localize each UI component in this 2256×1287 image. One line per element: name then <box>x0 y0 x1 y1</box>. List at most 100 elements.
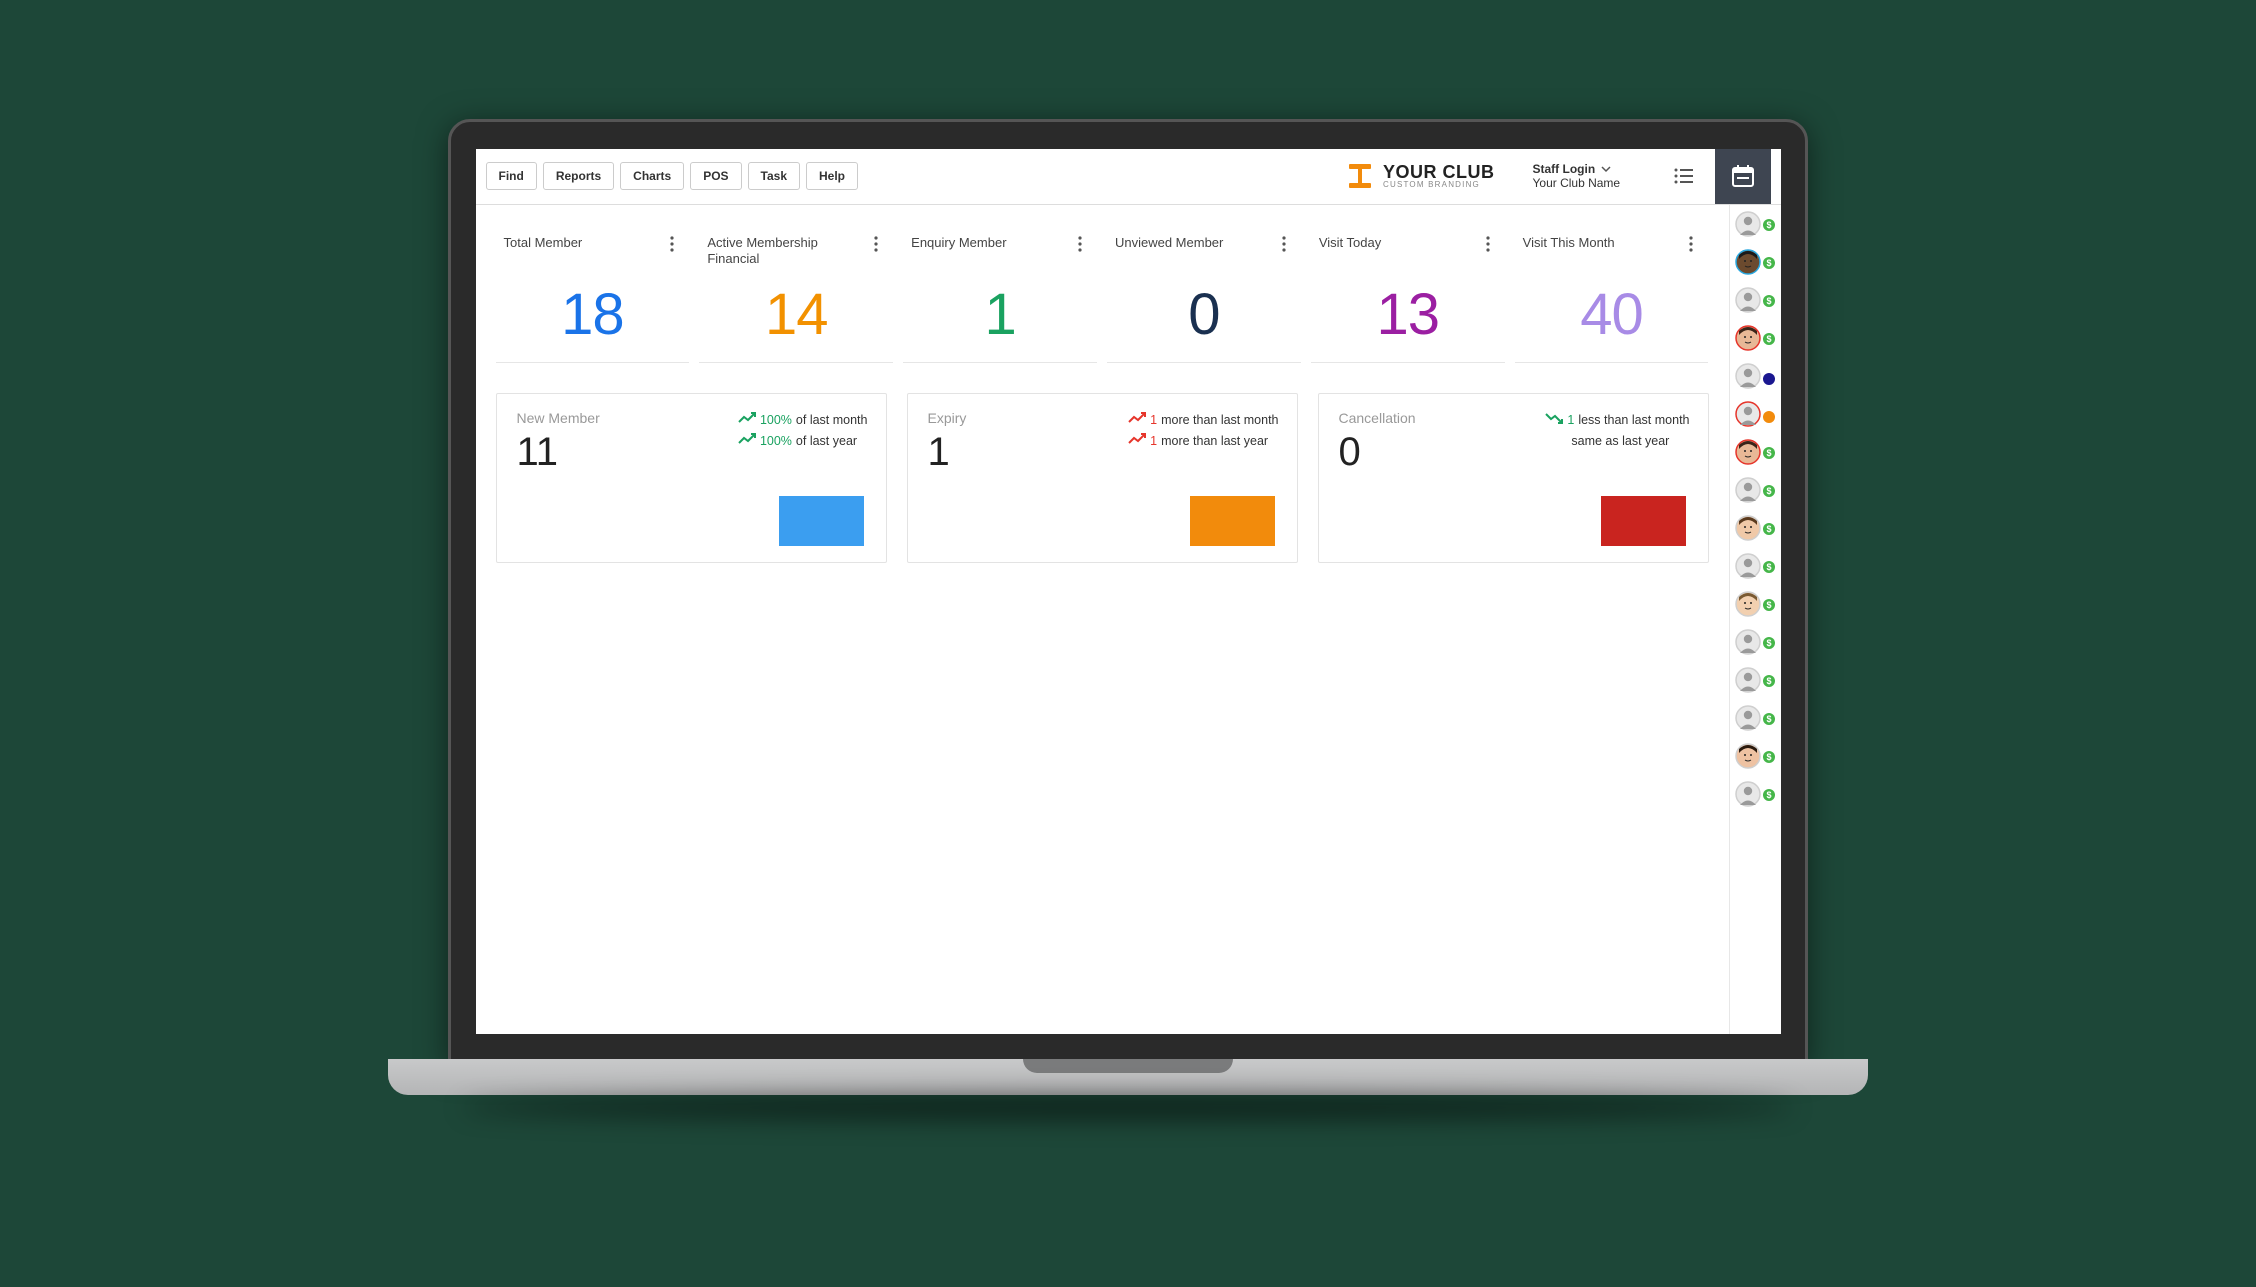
card-trends: 1 less than last month same as last year <box>1545 410 1689 453</box>
stat-value: 1 <box>911 281 1089 348</box>
svg-text:$: $ <box>1766 258 1771 268</box>
trend-line: 1 more than last year <box>1128 431 1278 452</box>
calendar-icon <box>1730 163 1756 189</box>
menu-btn-task[interactable]: Task <box>748 162 800 190</box>
trend-text: of last year <box>796 431 857 452</box>
trend-icon <box>1545 431 1563 452</box>
stat-label: Visit This Month <box>1523 235 1615 252</box>
rail-member-item[interactable]: $ <box>1734 515 1777 547</box>
brand-title: YOUR CLUB <box>1383 163 1495 181</box>
trend-icon <box>738 431 756 452</box>
menu-btn-help[interactable]: Help <box>806 162 858 190</box>
trend-icon <box>738 410 756 431</box>
stat-card: Active Membership Financial 14 <box>699 235 893 363</box>
rail-member-item[interactable]: $ <box>1734 249 1777 281</box>
rail-member-item[interactable] <box>1734 363 1777 395</box>
trend-value: 1 <box>1150 431 1157 452</box>
trend-icon <box>1128 410 1146 431</box>
more-icon[interactable] <box>867 235 885 253</box>
more-icon[interactable] <box>663 235 681 253</box>
workspace: Total Member 18 Active Membership Financ… <box>476 205 1781 1034</box>
trend-line: 100% of last month <box>738 410 868 431</box>
svg-text:$: $ <box>1766 714 1771 724</box>
stat-card: Visit Today 13 <box>1311 235 1505 363</box>
rail-member-item[interactable]: $ <box>1734 629 1777 661</box>
avatar-icon <box>1735 705 1761 736</box>
trend-icon <box>1545 410 1563 431</box>
club-name-label: Your Club Name <box>1533 176 1653 190</box>
rail-member-item[interactable]: $ <box>1734 667 1777 699</box>
more-icon[interactable] <box>1682 235 1700 253</box>
menu-btn-pos[interactable]: POS <box>690 162 741 190</box>
laptop-bezel: FindReportsChartsPOSTaskHelp YOUR CLUB C… <box>448 119 1808 1064</box>
avatar-icon <box>1735 667 1761 698</box>
trend-value: 1 <box>1567 410 1574 431</box>
card-trends: 100% of last month 100% of last year <box>738 410 868 453</box>
stat-value: 13 <box>1319 281 1497 348</box>
rail-member-item[interactable]: $ <box>1734 781 1777 813</box>
stat-label: Unviewed Member <box>1115 235 1223 252</box>
svg-text:$: $ <box>1766 220 1771 230</box>
more-icon[interactable] <box>1071 235 1089 253</box>
rail-member-item[interactable]: $ <box>1734 325 1777 357</box>
stat-value: 18 <box>504 281 682 348</box>
avatar-icon <box>1735 287 1761 318</box>
card-trends: 1 more than last month 1 more than last … <box>1128 410 1278 453</box>
user-block[interactable]: Staff Login Your Club Name <box>1533 162 1653 190</box>
money-badge-icon: $ <box>1763 712 1775 730</box>
avatar-icon <box>1735 629 1761 660</box>
trend-value: 1 <box>1150 410 1157 431</box>
status-dot-icon <box>1763 373 1775 385</box>
menu-btn-charts[interactable]: Charts <box>620 162 684 190</box>
card-bar <box>1190 496 1275 546</box>
trend-text: less than last month <box>1578 410 1689 431</box>
rail-member-item[interactable]: $ <box>1734 477 1777 509</box>
rail-member-item[interactable] <box>1734 401 1777 433</box>
rail-member-item[interactable]: $ <box>1734 211 1777 243</box>
menu-btn-reports[interactable]: Reports <box>543 162 614 190</box>
rail-member-item[interactable]: $ <box>1734 287 1777 319</box>
svg-text:$: $ <box>1766 676 1771 686</box>
trend-text: more than last month <box>1161 410 1278 431</box>
app-window: FindReportsChartsPOSTaskHelp YOUR CLUB C… <box>476 149 1781 1034</box>
money-badge-icon: $ <box>1763 446 1775 464</box>
svg-text:$: $ <box>1766 790 1771 800</box>
trend-line: same as last year <box>1545 431 1689 452</box>
rail-member-item[interactable]: $ <box>1734 439 1777 471</box>
avatar-icon <box>1735 363 1761 394</box>
more-icon[interactable] <box>1275 235 1293 253</box>
trend-line: 1 less than last month <box>1545 410 1689 431</box>
rail-member-item[interactable]: $ <box>1734 591 1777 623</box>
stat-label: Total Member <box>504 235 583 252</box>
avatar-icon <box>1735 553 1761 584</box>
avatar-icon <box>1735 515 1761 546</box>
calendar-icon-button[interactable] <box>1715 149 1771 205</box>
money-badge-icon: $ <box>1763 484 1775 502</box>
menu-buttons: FindReportsChartsPOSTaskHelp <box>486 162 859 190</box>
trend-text: more than last year <box>1161 431 1268 452</box>
stat-value: 0 <box>1115 281 1293 348</box>
card-bar <box>779 496 864 546</box>
chevron-down-icon <box>1601 164 1611 174</box>
trend-text: of last month <box>796 410 868 431</box>
money-badge-icon: $ <box>1763 522 1775 540</box>
trend-value: 100% <box>760 431 792 452</box>
money-badge-icon: $ <box>1763 598 1775 616</box>
card-bar <box>1601 496 1686 546</box>
money-badge-icon: $ <box>1763 636 1775 654</box>
list-icon-button[interactable] <box>1661 149 1707 205</box>
summary-card: New Member 11 100% of last month 100% of… <box>496 393 887 563</box>
rail-member-item[interactable]: $ <box>1734 705 1777 737</box>
stat-card: Visit This Month 40 <box>1515 235 1709 363</box>
rail-member-item[interactable]: $ <box>1734 553 1777 585</box>
stat-label: Enquiry Member <box>911 235 1006 252</box>
trend-icon <box>1128 431 1146 452</box>
svg-text:$: $ <box>1766 638 1771 648</box>
money-badge-icon: $ <box>1763 560 1775 578</box>
avatar-icon <box>1735 781 1761 812</box>
laptop-base <box>388 1059 1868 1169</box>
more-icon[interactable] <box>1479 235 1497 253</box>
menu-btn-find[interactable]: Find <box>486 162 537 190</box>
rail-member-item[interactable]: $ <box>1734 743 1777 775</box>
svg-text:$: $ <box>1766 562 1771 572</box>
